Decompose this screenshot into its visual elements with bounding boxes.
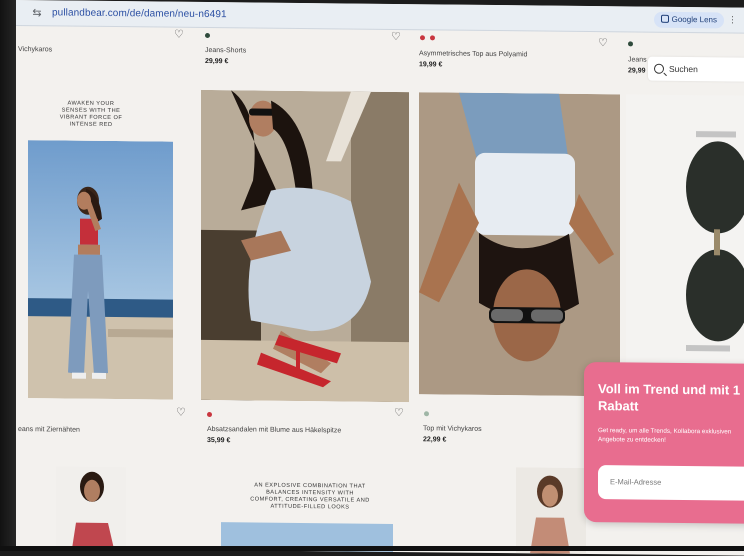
product-price: 35,99 € bbox=[207, 437, 231, 445]
sunglasses-photo bbox=[686, 131, 744, 352]
model-photo-bottom-left bbox=[56, 466, 126, 550]
model-photo-bottom-right bbox=[516, 467, 586, 554]
popup-body: Get ready, um alle Trends, Kollabora exk… bbox=[598, 427, 732, 444]
laptop-bezel-bottom bbox=[0, 546, 744, 551]
product-price: 19,99 € bbox=[419, 61, 443, 69]
product-price: 29,99 € bbox=[205, 57, 229, 66]
product-name[interactable]: eans mit Ziernähten bbox=[18, 426, 80, 434]
color-swatch[interactable] bbox=[207, 412, 212, 418]
laptop-screen: ⇆ pullandbear.com/de/damen/neu-n6491 Goo… bbox=[16, 0, 744, 556]
wishlist-heart-icon[interactable]: ♡ bbox=[394, 407, 406, 419]
product-image[interactable] bbox=[516, 467, 586, 554]
product-image[interactable] bbox=[28, 140, 173, 400]
product-image[interactable] bbox=[419, 92, 620, 397]
lens-icon bbox=[660, 14, 669, 23]
url-text[interactable]: pullandbear.com/de/damen/neu-n6491 bbox=[52, 7, 227, 20]
promo-tagline: AWAKEN YOUR SENSES WITH THE VIBRANT FORC… bbox=[59, 100, 123, 129]
site-settings-icon[interactable]: ⇆ bbox=[30, 6, 44, 20]
model-photo-vichy-top bbox=[419, 92, 620, 397]
product-name[interactable]: Jeans-Shorts bbox=[205, 47, 246, 54]
color-swatch[interactable] bbox=[628, 41, 633, 47]
extension-icon[interactable]: ⋮ bbox=[728, 14, 740, 26]
product-name[interactable]: Asymmetrisches Top aus Polyamid bbox=[419, 50, 527, 58]
newsletter-popup: Voll im Trend und mit 1 Rabatt Get ready… bbox=[584, 361, 744, 524]
laptop-bezel-left bbox=[0, 0, 16, 551]
product-image[interactable] bbox=[626, 94, 744, 366]
product-image[interactable] bbox=[56, 466, 126, 550]
search-box[interactable]: Suchen bbox=[648, 56, 744, 82]
product-name[interactable]: Jeans bbox=[628, 56, 647, 63]
popup-title: Voll im Trend und mit 1 Rabatt bbox=[598, 381, 741, 414]
promo-tagline: AN EXPLOSIVE COMBINATION THAT BALANCES I… bbox=[250, 482, 370, 511]
product-grid: Vichykaros ♡ Jeans-Shorts 29,99 € ♡ Asym… bbox=[16, 26, 744, 556]
google-lens-label: Google Lens bbox=[671, 14, 717, 25]
product-image[interactable] bbox=[201, 89, 409, 403]
product-name[interactable]: Top mit Vichykaros bbox=[423, 425, 482, 433]
search-label: Suchen bbox=[669, 63, 698, 75]
color-swatch[interactable] bbox=[205, 32, 210, 39]
google-lens-button[interactable]: Google Lens bbox=[653, 11, 724, 29]
product-price: 29,99 bbox=[628, 67, 646, 75]
model-photo-red-top bbox=[28, 140, 173, 400]
product-price: 22,99 € bbox=[423, 436, 447, 444]
email-field[interactable]: E-Mail-Adresse bbox=[598, 465, 744, 501]
wishlist-heart-icon[interactable]: ♡ bbox=[391, 31, 403, 43]
color-swatch[interactable] bbox=[420, 35, 425, 41]
wishlist-heart-icon[interactable]: ♡ bbox=[176, 407, 188, 419]
model-photo-sandals bbox=[201, 89, 409, 403]
search-icon bbox=[654, 63, 664, 74]
product-name[interactable]: Vichykaros bbox=[18, 46, 52, 53]
wishlist-heart-icon[interactable]: ♡ bbox=[598, 37, 610, 49]
wishlist-heart-icon[interactable]: ♡ bbox=[174, 29, 186, 41]
color-swatch[interactable] bbox=[430, 35, 435, 41]
color-swatch[interactable] bbox=[424, 411, 429, 417]
product-name[interactable]: Absatzsandalen mit Blume aus Häkelspitze bbox=[207, 426, 341, 434]
